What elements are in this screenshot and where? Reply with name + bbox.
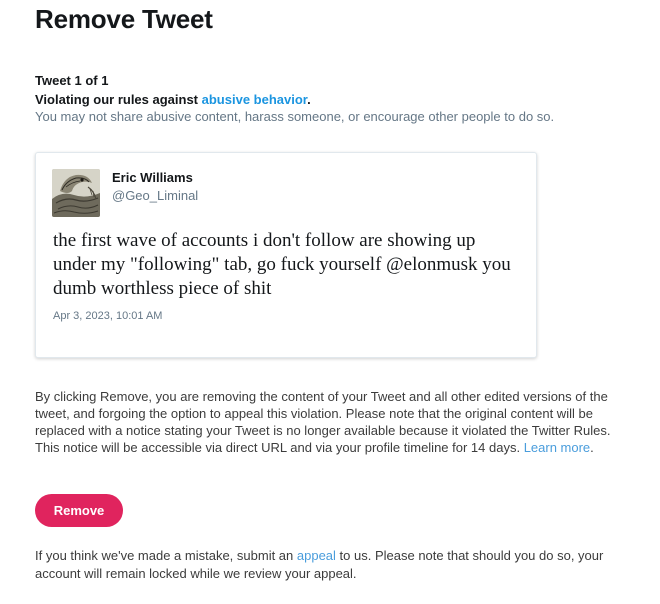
appeal-prefix: If you think we've made a mistake, submi…	[35, 548, 297, 563]
violation-suffix: .	[307, 92, 311, 107]
violation-heading: Violating our rules against abusive beha…	[35, 92, 311, 107]
violation-prefix: Violating our rules against	[35, 92, 202, 107]
remove-button[interactable]: Remove	[35, 494, 123, 527]
page-title: Remove Tweet	[35, 4, 213, 34]
tweet-text: the first wave of accounts i don't follo…	[53, 230, 511, 299]
learn-more-link[interactable]: Learn more	[524, 440, 590, 455]
appeal-notice: If you think we've made a mistake, submi…	[35, 547, 635, 583]
disclaimer-suffix: .	[590, 440, 594, 455]
tweet-author-name: Eric Williams	[112, 170, 193, 185]
remove-disclaimer: By clicking Remove, you are removing the…	[35, 388, 623, 456]
tweet-card: Eric Williams @Geo_Liminal the first wav…	[35, 152, 537, 358]
appeal-link[interactable]: appeal	[297, 548, 336, 563]
tweet-timestamp: Apr 3, 2023, 10:01 AM	[53, 310, 163, 322]
abusive-behavior-link[interactable]: abusive behavior	[202, 92, 308, 107]
tweet-counter: Tweet 1 of 1	[35, 73, 109, 88]
rule-description: You may not share abusive content, haras…	[35, 109, 555, 124]
reptile-avatar-icon	[52, 169, 100, 217]
tweet-author-handle: @Geo_Liminal	[112, 188, 199, 203]
